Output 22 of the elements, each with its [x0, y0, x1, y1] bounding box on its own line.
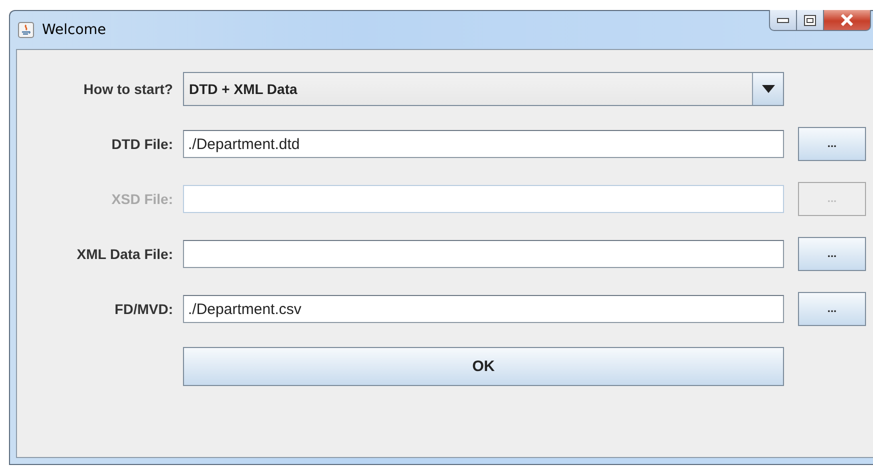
path-field[interactable]: ./Department.csv — [183, 295, 784, 323]
browse-button[interactable]: ... — [798, 127, 866, 161]
field-label: How to start? — [82, 81, 173, 97]
ok-button[interactable]: OK — [183, 347, 784, 386]
minimize-icon[interactable] — [777, 17, 789, 23]
browse-button[interactable]: ... — [798, 292, 866, 326]
maximize-icon[interactable] — [804, 14, 816, 26]
browse-button[interactable]: ... — [798, 237, 866, 271]
close-button[interactable] — [823, 10, 871, 31]
app-icon — [18, 22, 34, 38]
close-icon[interactable] — [840, 14, 854, 26]
field-label: XML Data File: — [76, 246, 173, 262]
minimize-button[interactable] — [769, 10, 797, 31]
path-field[interactable]: ./Department.dtd — [183, 130, 784, 158]
path-field[interactable] — [183, 240, 784, 268]
start-dropdown[interactable]: DTD + XML Data — [183, 72, 784, 106]
field-label: FD/MVD: — [114, 301, 173, 317]
field-label: DTD File: — [110, 136, 173, 152]
dropdown-arrow-icon[interactable] — [762, 85, 774, 93]
window-title: Welcome — [42, 22, 106, 38]
maximize-button[interactable] — [796, 10, 824, 31]
field-label: XSD File: — [110, 191, 173, 207]
